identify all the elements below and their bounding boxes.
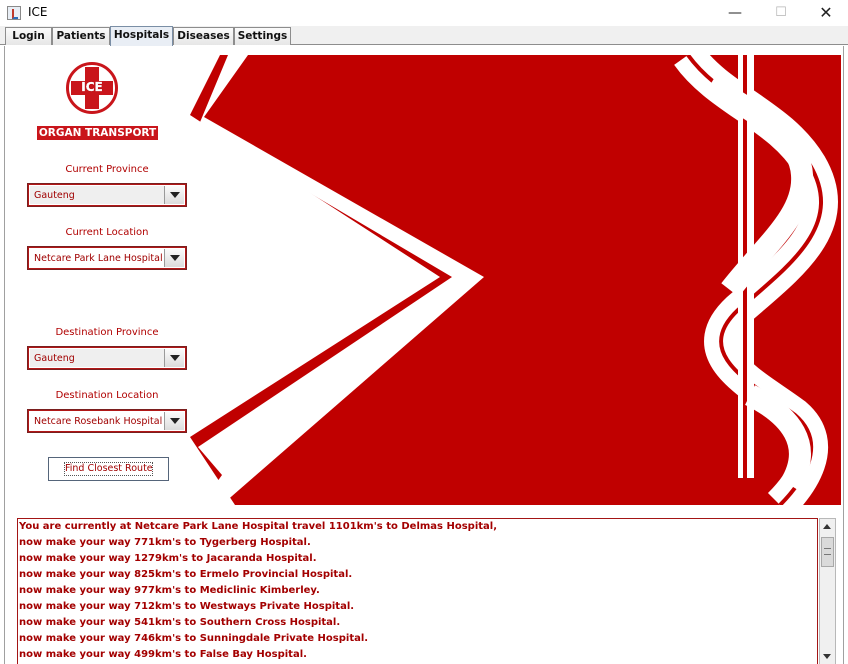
find-closest-route-button[interactable]: Find Closest Route [48, 457, 169, 481]
destination-province-label: Destination Province [55, 327, 159, 338]
current-province-select[interactable]: Gauteng [27, 183, 187, 207]
scroll-thumb[interactable] [821, 537, 834, 567]
current-province-value: Gauteng [34, 190, 75, 201]
current-location-value: Netcare Park Lane Hospital [34, 253, 163, 264]
window-title: ICE [28, 5, 48, 19]
output-line: now make your way 825km's to Ermelo Prov… [19, 569, 353, 580]
scroll-up-icon[interactable] [820, 519, 835, 535]
tab-patients[interactable]: Patients [52, 27, 110, 45]
tab-settings[interactable]: Settings [234, 27, 291, 45]
output-line: now make your way 771km's to Tygerberg H… [19, 537, 311, 548]
combo-value-box: Gauteng [30, 349, 164, 367]
maximize-button[interactable]: ☐ [758, 0, 804, 26]
find-closest-route-label: Find Closest Route [64, 462, 153, 476]
route-output-textarea[interactable]: You are currently at Netcare Park Lane H… [17, 518, 818, 664]
destination-location-label: Destination Location [55, 390, 159, 401]
destination-location-value: Netcare Rosebank Hospital [34, 416, 163, 427]
brand-banner: ORGAN TRANSPORT [37, 126, 158, 140]
minimize-button[interactable]: — [712, 0, 758, 26]
scroll-down-icon[interactable] [820, 648, 835, 664]
tab-hospitals[interactable]: Hospitals [110, 26, 173, 46]
window-title-bar: ICE — ☐ ✕ [0, 0, 848, 26]
destination-province-value: Gauteng [34, 353, 75, 364]
combo-value-box: Netcare Park Lane Hospital [30, 249, 164, 267]
output-line: now make your way 746km's to Sunningdale… [19, 633, 369, 644]
chevron-down-icon[interactable] [164, 349, 184, 367]
output-line: You are currently at Netcare Park Lane H… [19, 521, 498, 532]
chevron-down-icon[interactable] [164, 412, 184, 430]
chevron-down-icon[interactable] [164, 249, 184, 267]
current-location-label: Current Location [65, 227, 149, 238]
tab-diseases[interactable]: Diseases [173, 27, 234, 45]
destination-location-select[interactable]: Netcare Rosebank Hospital [27, 409, 187, 433]
java-cup-icon [7, 6, 21, 20]
rod-of-asclepius-icon [190, 55, 841, 505]
tab-login[interactable]: Login [5, 27, 52, 45]
vertical-scrollbar[interactable] [819, 518, 836, 664]
output-line: now make your way 499km's to False Bay H… [19, 649, 307, 660]
chevron-down-icon[interactable] [164, 186, 184, 204]
destination-province-select[interactable]: Gauteng [27, 346, 187, 370]
output-line: now make your way 1279km's to Jacaranda … [19, 553, 317, 564]
output-line: now make your way 541km's to Southern Cr… [19, 617, 341, 628]
combo-value-box: Netcare Rosebank Hospital [30, 412, 164, 430]
close-button[interactable]: ✕ [803, 0, 848, 26]
current-location-select[interactable]: Netcare Park Lane Hospital [27, 246, 187, 270]
output-line: now make your way 712km's to Westways Pr… [19, 601, 355, 612]
current-province-label: Current Province [65, 164, 149, 175]
combo-value-box: Gauteng [30, 186, 164, 204]
output-line: now make your way 977km's to Mediclinic … [19, 585, 320, 596]
logo-text: ICE [81, 80, 103, 94]
